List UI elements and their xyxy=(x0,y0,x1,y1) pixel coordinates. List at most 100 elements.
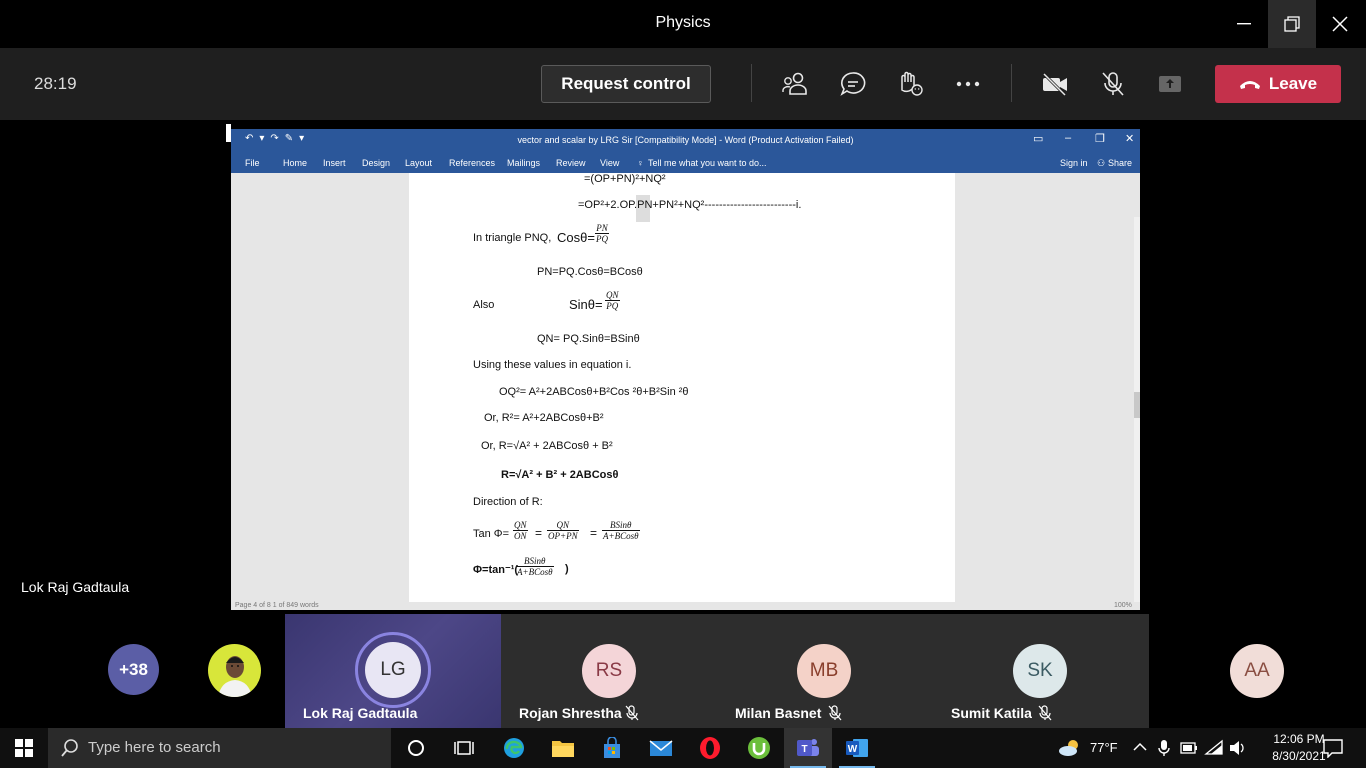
more-icon xyxy=(956,81,980,87)
participants-button[interactable] xyxy=(778,68,812,100)
camera-toggle-button[interactable] xyxy=(1038,68,1072,100)
cortana-icon xyxy=(408,740,424,756)
text-line: Using these values in equation i. xyxy=(473,359,632,371)
search-placeholder: Type here to search xyxy=(88,739,221,756)
text-line: In triangle PNQ, xyxy=(473,232,552,244)
notifications-button[interactable] xyxy=(1322,738,1344,763)
leave-label: Leave xyxy=(1268,74,1318,93)
fraction-denominator: PQ xyxy=(596,234,608,244)
microphone-icon xyxy=(1158,740,1170,756)
ribbon-tab-home: Home xyxy=(283,158,308,168)
equation-func: Φ=tan⁻¹( xyxy=(473,564,519,576)
volume-icon xyxy=(1230,741,1244,755)
taskbar-search-box[interactable]: Type here to search xyxy=(48,728,391,768)
avatar: SK xyxy=(1013,644,1067,698)
request-control-button[interactable]: Request control xyxy=(541,65,711,103)
battery-tray[interactable] xyxy=(1180,741,1198,759)
participant-tile[interactable]: MB Milan Basnet xyxy=(717,614,933,728)
participant-tile-active[interactable]: LG Lok Raj Gadtaula xyxy=(285,614,501,728)
restore-button[interactable] xyxy=(1268,0,1316,48)
minimize-button[interactable] xyxy=(1220,0,1268,48)
utorrent-app[interactable] xyxy=(735,728,783,768)
equation-func: Tan Φ= xyxy=(473,528,509,540)
fraction-denominator: A+BCosθ xyxy=(603,531,639,541)
mail-app[interactable] xyxy=(637,728,685,768)
share-tray-button[interactable] xyxy=(1153,68,1187,100)
word-close-icon: ✕ xyxy=(1125,133,1135,145)
wifi-tray[interactable] xyxy=(1204,739,1224,762)
edge-app[interactable] xyxy=(490,728,538,768)
teams-app[interactable]: T xyxy=(784,728,832,768)
tell-me-search: Tell me what you want to do... xyxy=(648,158,767,168)
presenter-name-label: Lok Raj Gadtaula xyxy=(21,579,130,595)
equation-line: Or, R=√A² + 2ABCosθ + B² xyxy=(481,440,613,452)
clock-date: 8/30/2021 xyxy=(1272,749,1326,763)
word-icon: W xyxy=(846,739,868,757)
shared-word-window: ↶▾↷✎▾ vector and scalar by LRG Sir [Comp… xyxy=(231,129,1140,610)
avatar: AA xyxy=(1230,644,1284,698)
equation-func: Sinθ= xyxy=(569,297,603,312)
opera-icon xyxy=(700,737,720,759)
equals-sign: = xyxy=(590,526,598,540)
close-button[interactable] xyxy=(1316,0,1364,48)
reactions-button[interactable] xyxy=(893,68,927,100)
lightbulb-icon: ♀ xyxy=(637,158,644,168)
windows-logo-icon xyxy=(15,739,33,757)
sign-in-link: Sign in xyxy=(1060,158,1088,168)
file-explorer-app[interactable] xyxy=(539,728,587,768)
chat-button[interactable] xyxy=(836,68,870,100)
fraction: BSinθ A+BCosθ xyxy=(516,556,554,577)
participant-tile[interactable]: AA xyxy=(1149,614,1365,728)
more-actions-button[interactable] xyxy=(951,68,985,100)
word-app[interactable]: W xyxy=(833,728,881,768)
document-scrollbar xyxy=(1134,217,1140,610)
mic-off-icon xyxy=(625,705,639,721)
mic-toggle-button[interactable] xyxy=(1096,68,1130,100)
cortana-button[interactable] xyxy=(392,728,440,768)
teams-meeting-window: Physics 28:19 Request control Leave ↶▾↷✎… xyxy=(0,0,1366,768)
ribbon-tab-design: Design xyxy=(362,158,391,168)
avatar: MB xyxy=(797,644,851,698)
overflow-participants-badge[interactable]: +38 xyxy=(108,644,159,695)
volume-tray[interactable] xyxy=(1228,739,1246,762)
chat-icon xyxy=(840,72,866,96)
equation-line: =OP²+2.OP.PN+PN²+NQ²--------------------… xyxy=(578,199,802,211)
task-view-button[interactable] xyxy=(440,728,488,768)
participant-photo-avatar[interactable] xyxy=(208,644,261,697)
ribbon-tab-view: View xyxy=(600,158,620,168)
fraction-numerator: PN xyxy=(595,223,609,234)
store-app[interactable] xyxy=(588,728,636,768)
show-hidden-icons-button[interactable] xyxy=(1132,739,1148,760)
fraction-denominator: PQ xyxy=(606,301,619,311)
word-ribbon-tabs: File Home Insert Design Layout Reference… xyxy=(231,151,1140,173)
start-button[interactable] xyxy=(0,728,48,768)
taskbar-clock[interactable]: 12:06 PM 8/30/2021 xyxy=(1270,731,1328,765)
mic-off-icon xyxy=(1102,72,1124,96)
mail-icon xyxy=(649,740,673,756)
participant-tile[interactable]: SK Sumit Katila xyxy=(933,614,1149,728)
participant-tile[interactable]: RS Rojan Shrestha xyxy=(501,614,717,728)
search-icon xyxy=(61,739,78,757)
restore-icon xyxy=(1284,16,1300,32)
share-link: Share xyxy=(1108,158,1133,168)
clock-time: 12:06 PM xyxy=(1273,732,1325,746)
weather-temperature: 77°F xyxy=(1090,740,1118,755)
microphone-tray[interactable] xyxy=(1157,739,1171,762)
word-minimize-icon: – xyxy=(1065,132,1072,144)
close-icon xyxy=(1332,16,1348,32)
word-status-bar: Page 4 of 8 1 of 849 words 100% xyxy=(231,602,1140,610)
battery-icon xyxy=(1180,742,1197,754)
ribbon-display-icon: ▭ xyxy=(1033,133,1044,145)
leave-button[interactable]: Leave xyxy=(1215,65,1341,103)
opera-app[interactable] xyxy=(686,728,734,768)
ribbon-tab-mailings: Mailings xyxy=(507,158,541,168)
word-restore-icon: ❐ xyxy=(1095,133,1105,145)
chevron-up-icon xyxy=(1133,742,1147,751)
ribbon-tab-file: File xyxy=(245,158,260,168)
avatar: LG xyxy=(365,642,421,698)
svg-text:W: W xyxy=(848,744,858,755)
windows-taskbar: Type here to search T W 77°F 12:06 PM 8/… xyxy=(0,728,1366,768)
people-icon xyxy=(782,72,807,95)
raise-hand-icon xyxy=(901,71,923,96)
equation-line: OQ²= A²+2ABCosθ+B²Cos ²θ+B²Sin ²θ xyxy=(499,386,689,398)
